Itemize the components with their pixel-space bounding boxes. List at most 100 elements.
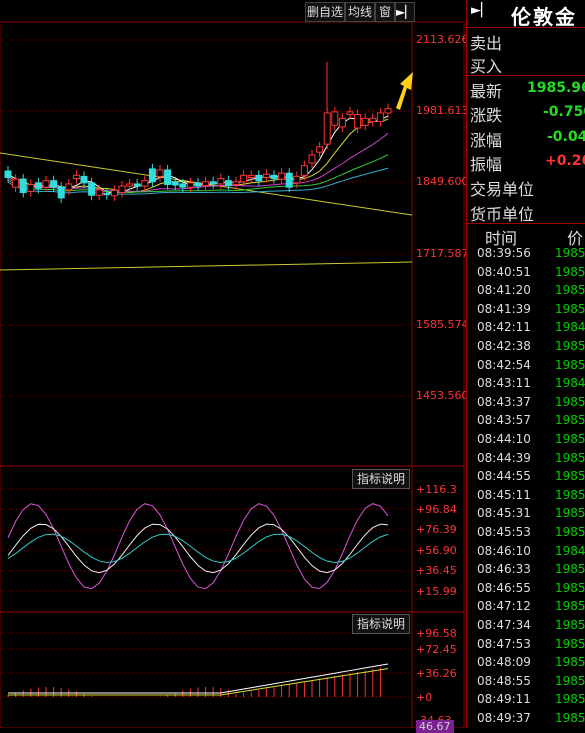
trade-row: 08:43:11 1984 [467,376,585,394]
trade-price: 1985 [555,599,585,614]
candle-body [384,108,392,114]
trade-time: 08:43:37 [477,394,531,409]
trade-time: 08:48:09 [477,655,531,670]
candle-body [19,178,27,194]
trade-row: 08:46:55 1985 [467,581,585,599]
trade-price: 1985 [555,506,585,521]
price-axis-label: 1981.613 [416,104,469,117]
quote-value-change: -0.750 [543,104,585,120]
candle-body [65,183,73,191]
collapse-panel-icon[interactable]: ►▏ [471,3,491,18]
price-axis-label: 1585.574 [416,318,469,331]
trade-time: 08:44:10 [477,432,531,446]
delete-favorite-button[interactable]: 删自选 [305,2,345,22]
trade-price: 1985 [555,580,585,595]
quote-value-amplitude: +0.26% [545,153,585,169]
trade-row: 08:48:09 1985 [467,655,585,673]
trade-price: 1985 [555,413,585,428]
candle-body [278,172,286,180]
trade-price: 1985 [555,562,585,577]
trade-time: 08:46:33 [477,562,531,577]
candle-body [346,111,354,116]
trade-price: 1985 [555,525,585,539]
divider [467,27,585,28]
candle-body [316,146,324,153]
trade-price: 1985 [555,636,585,651]
trade-time: 08:44:39 [477,450,531,465]
trade-time: 08:45:11 [477,487,531,502]
sidebar-header: ►▏ 伦敦金 [467,0,585,29]
candle-body [202,181,210,187]
instrument-title: 伦敦金 [511,5,577,29]
indicator2-axis-label: +0 [416,691,433,704]
candle-body [133,183,141,187]
indicator1-axis-label: +36.45 [416,564,457,577]
indicator2-axis-label: +96.58 [416,627,457,640]
candle-body [293,175,301,184]
indicator1-axis-label: +116.3 [416,483,457,496]
candle-body [72,174,80,180]
candle-body [270,174,278,180]
trade-time: 08:47:34 [477,618,531,632]
trade-time: 08:42:38 [477,339,531,353]
window-button[interactable]: 窗 [375,2,395,22]
candle-body [57,186,65,199]
trade-time: 08:46:10 [477,543,531,558]
trade-price: 1985 [555,394,585,409]
indicator1-info-button[interactable]: 指标说明 [352,469,410,489]
trade-time: 08:49:37 [477,711,531,725]
trade-price: 1985 [555,618,585,632]
candle-body [126,183,134,187]
price-axis-label: 1453.560 [416,389,469,402]
quote-value-pct: -0.04% [547,129,585,145]
candle-body [12,178,20,188]
trade-row: 08:47:53 1985 [467,637,585,655]
quote-label-latest: 最新 [470,82,503,101]
candle-body [323,112,331,145]
trade-row: 08:42:38 1985 [467,339,585,357]
trade-row: 08:42:54 1985 [467,358,585,376]
trade-time: 08:40:51 [477,264,531,279]
trade-row: 08:45:11 1985 [467,488,585,506]
indicator1-line-j [7,503,389,590]
quote-label-amplitude: 振幅 [470,155,503,174]
candle-body [27,183,35,192]
indicator1-axis-label: +96.84 [416,503,457,516]
trade-row: 08:40:51 1985 [467,265,585,283]
moving-average-button[interactable]: 均线 [345,2,375,22]
trade-price: 1985 [555,283,585,298]
indicator2-info-button[interactable]: 指标说明 [352,614,410,634]
trade-row: 08:46:10 1984 [467,544,585,562]
trade-price: 1985 [555,469,585,484]
trade-time: 08:43:57 [477,413,531,428]
candle-body [118,185,126,194]
trade-row: 08:43:57 1985 [467,413,585,431]
trade-time: 08:47:53 [477,636,531,651]
trade-price: 1985 [555,264,585,279]
trade-time: 08:41:39 [477,301,531,316]
trade-row: 08:44:10 1985 [467,432,585,450]
candle-body [164,169,172,185]
chart-area[interactable]: 删自选 均线 窗 ►▏ 2113.626 1981.613 1849.600 1… [0,0,469,733]
trade-price: 1985 [555,339,585,353]
trade-price: 1984 [555,376,585,391]
panel-toggle-icon[interactable]: ►▏ [395,2,415,22]
trade-row: 08:45:31 1985 [467,506,585,524]
divider [467,75,585,76]
candle-body [300,165,308,176]
quote-sidebar: ►▏ 伦敦金 卖出 买入 最新 1985.960 涨跌 -0.750 涨幅 -0… [466,0,585,728]
trade-time: 08:46:55 [477,580,531,595]
trade-row: 08:48:55 1985 [467,674,585,692]
candle-body [262,173,270,178]
trade-row: 08:47:12 1985 [467,599,585,617]
candle-body [209,181,217,185]
price-axis-label: 2113.626 [416,33,469,46]
indicator1-line-k [7,523,389,574]
candle-body [247,174,255,178]
indicator2-current-value: 46.67 [416,720,454,733]
candle-body [194,182,202,187]
trade-time: 08:44:55 [477,469,531,484]
candle-body [308,154,316,164]
candle-body [141,180,149,187]
candle-body [103,193,111,196]
